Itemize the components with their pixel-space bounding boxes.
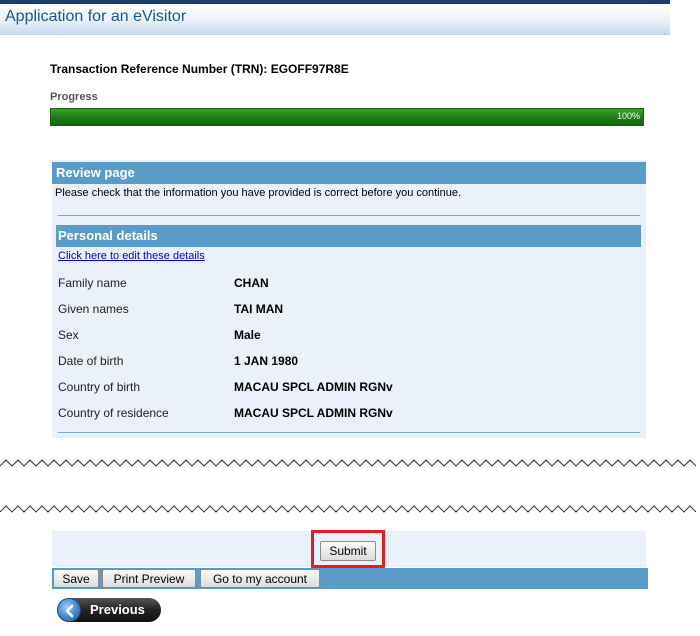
field-row-sex: Sex Male (58, 328, 618, 344)
save-button[interactable]: Save (53, 569, 99, 588)
field-label: Country of birth (58, 380, 141, 394)
field-row-given-names: Given names TAI MAN (58, 302, 618, 318)
page-cut-bottom (0, 505, 697, 513)
previous-button[interactable]: Previous (57, 598, 161, 622)
edit-details-link[interactable]: Click here to edit these details (58, 250, 205, 262)
progress-percent: 100% (616, 111, 640, 121)
go-to-account-button[interactable]: Go to my account (200, 569, 320, 588)
previous-label: Previous (90, 602, 145, 617)
review-page-heading: Review page (52, 162, 646, 184)
field-label: Family name (58, 276, 127, 290)
back-arrow-icon (57, 598, 81, 622)
field-value: CHAN (234, 276, 269, 290)
progress-bar: 100% (50, 108, 644, 126)
field-row-family-name: Family name CHAN (58, 276, 618, 292)
page-header: Application for an eVisitor (0, 4, 670, 35)
page-title: Application for an eVisitor (5, 8, 187, 25)
field-value: TAI MAN (234, 302, 284, 316)
review-divider (58, 215, 640, 216)
page-cut-top (0, 459, 697, 467)
personal-details-heading: Personal details (56, 225, 641, 247)
field-row-country-of-birth: Country of birth MACAU SPCL ADMIN RGNv (58, 380, 618, 396)
personal-divider (58, 432, 640, 433)
progress-fill (51, 109, 643, 125)
review-intro-text: Please check that the information you ha… (55, 187, 462, 199)
print-preview-button[interactable]: Print Preview (102, 569, 196, 588)
field-value: MACAU SPCL ADMIN RGNv (234, 406, 393, 420)
field-value: 1 JAN 1980 (234, 354, 299, 368)
field-value: Male (234, 328, 261, 342)
submit-highlight-box (311, 530, 385, 568)
review-panel: Review page Please check that the inform… (52, 160, 646, 438)
progress-label: Progress (50, 91, 98, 103)
field-label: Date of birth (58, 354, 124, 368)
field-label: Country of residence (58, 406, 169, 420)
field-label: Given names (58, 302, 129, 316)
field-value: MACAU SPCL ADMIN RGNv (234, 380, 393, 394)
trn-text: Transaction Reference Number (TRN): EGOF… (50, 62, 349, 76)
field-label: Sex (58, 328, 79, 342)
field-row-date-of-birth: Date of birth 1 JAN 1980 (58, 354, 618, 370)
field-row-country-of-residence: Country of residence MACAU SPCL ADMIN RG… (58, 406, 618, 422)
